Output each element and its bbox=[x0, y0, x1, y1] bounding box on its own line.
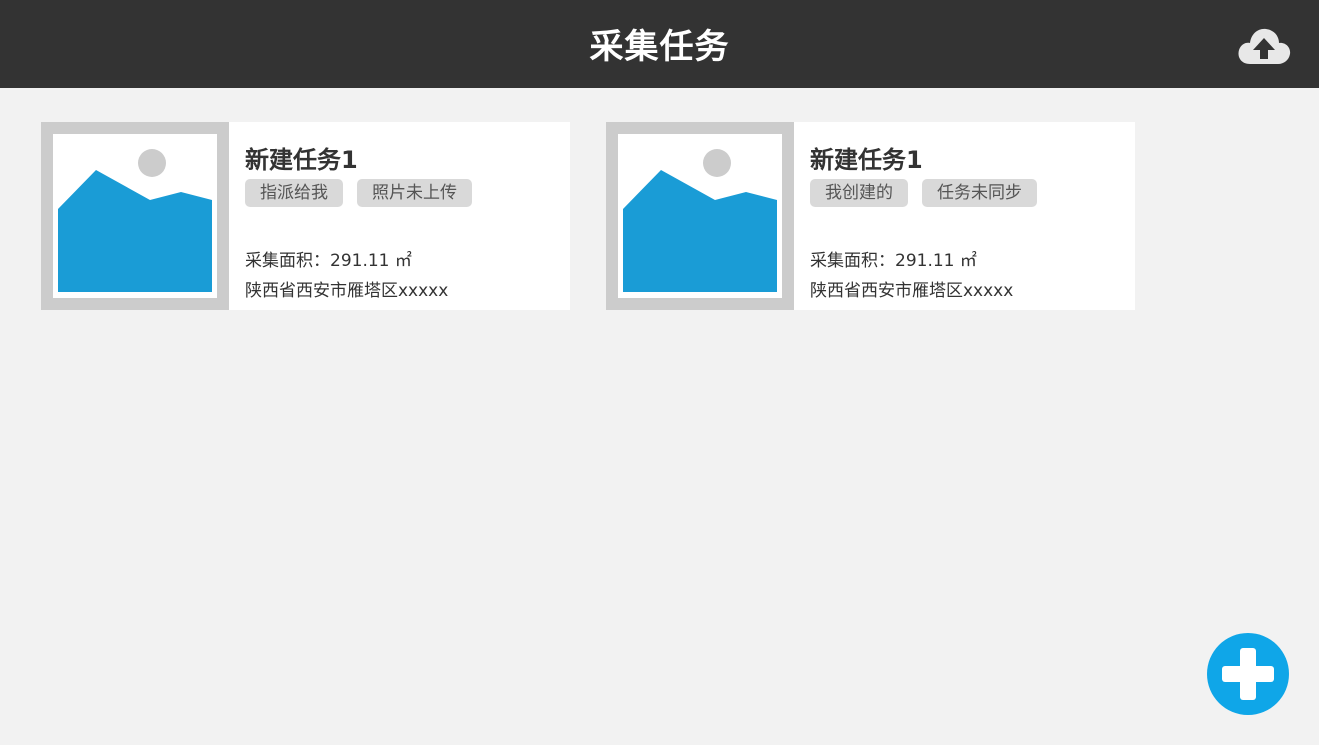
status-badge: 照片未上传 bbox=[357, 179, 472, 207]
cloud-upload-icon bbox=[1238, 28, 1291, 64]
status-badge: 任务未同步 bbox=[922, 179, 1037, 207]
task-card[interactable]: 新建任务1 我创建的 任务未同步 采集面积：291.11 ㎡ 陕西省西安市雁塔区… bbox=[606, 122, 1135, 310]
task-thumbnail bbox=[606, 122, 794, 310]
task-tags: 我创建的 任务未同步 bbox=[810, 179, 1037, 207]
task-thumbnail bbox=[41, 122, 229, 310]
task-area: 采集面积：291.11 ㎡ bbox=[810, 251, 977, 271]
task-area: 采集面积：291.11 ㎡ bbox=[245, 251, 412, 271]
task-title: 新建任务1 bbox=[245, 146, 358, 174]
upload-button[interactable] bbox=[1236, 22, 1292, 68]
page-title: 采集任务 bbox=[589, 27, 730, 67]
add-task-button[interactable] bbox=[1207, 633, 1289, 715]
status-badge: 我创建的 bbox=[810, 179, 908, 207]
task-tags: 指派给我 照片未上传 bbox=[245, 179, 472, 207]
app-header: 采集任务 bbox=[0, 0, 1319, 88]
image-placeholder-icon bbox=[53, 134, 217, 298]
task-address: 陕西省西安市雁塔区xxxxx bbox=[810, 281, 1014, 301]
status-badge: 指派给我 bbox=[245, 179, 343, 207]
image-placeholder-icon bbox=[618, 134, 782, 298]
task-card[interactable]: 新建任务1 指派给我 照片未上传 采集面积：291.11 ㎡ 陕西省西安市雁塔区… bbox=[41, 122, 570, 310]
task-title: 新建任务1 bbox=[810, 146, 923, 174]
task-address: 陕西省西安市雁塔区xxxxx bbox=[245, 281, 449, 301]
plus-icon bbox=[1222, 648, 1274, 700]
